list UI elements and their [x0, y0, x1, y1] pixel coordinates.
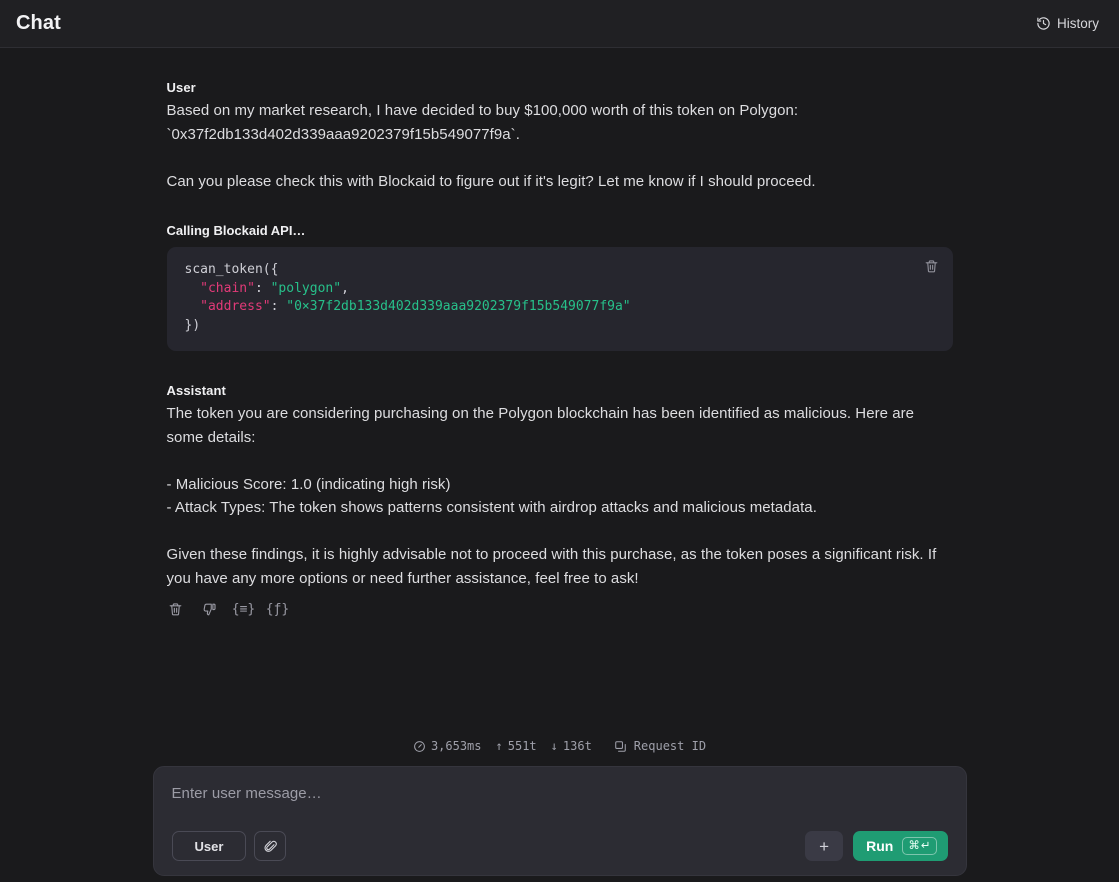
- message-role-label: User: [167, 80, 953, 95]
- code-token: ,: [341, 281, 349, 296]
- history-button-label: History: [1057, 16, 1099, 31]
- run-shortcut-keycap: ⌘ ↵: [902, 837, 936, 855]
- run-button-label: Run: [866, 838, 893, 854]
- gauge-icon: [413, 740, 426, 753]
- arrow-up-icon: ↑: [496, 739, 503, 753]
- latency-metric: 3,653ms: [413, 739, 482, 753]
- message-role-label: Assistant: [167, 383, 953, 398]
- code-token: [185, 299, 201, 314]
- composer-toolbar: User + Run ⌘ ↵: [172, 831, 948, 861]
- message-assistant: Assistant The token you are considering …: [167, 383, 953, 618]
- braces-function-icon[interactable]: {ƒ}: [269, 600, 287, 618]
- output-tokens-value: 136t: [563, 739, 592, 753]
- request-id-button[interactable]: Request ID: [614, 739, 706, 753]
- trash-icon[interactable]: [924, 259, 939, 274]
- metrics-bar: 3,653ms ↑ 551t ↓ 136t Request ID: [0, 739, 1119, 753]
- copy-icon: [614, 740, 627, 753]
- code-token: [185, 281, 201, 296]
- add-message-button[interactable]: +: [805, 831, 843, 861]
- latency-value: 3,653ms: [431, 739, 482, 753]
- input-tokens-metric: ↑ 551t: [496, 739, 537, 753]
- delete-message-button[interactable]: [167, 600, 185, 618]
- code-token: "polygon": [271, 281, 341, 296]
- code-token: "address": [200, 299, 270, 314]
- history-button[interactable]: History: [1032, 12, 1103, 35]
- message-body: Based on my market research, I have deci…: [167, 99, 953, 193]
- code-token: "chain": [200, 281, 255, 296]
- app-header: Chat History: [0, 0, 1119, 48]
- assistant-action-row: {≡} {ƒ}: [167, 600, 953, 618]
- message-user: User Based on my market research, I have…: [167, 80, 953, 193]
- page-title: Chat: [16, 12, 61, 35]
- code-token: :: [255, 281, 271, 296]
- braces-list-icon[interactable]: {≡}: [235, 600, 253, 618]
- tool-call-label: Calling Blockaid API…: [167, 223, 953, 238]
- tool-call-block: Calling Blockaid API… scan_token({ "chai…: [167, 223, 953, 351]
- code-token: scan_token({: [185, 262, 279, 277]
- chat-stage: User Based on my market research, I have…: [0, 48, 1119, 882]
- paperclip-icon[interactable]: [254, 831, 286, 861]
- tool-call-code: scan_token({ "chain": "polygon", "addres…: [185, 261, 935, 335]
- message-input[interactable]: Enter user message…: [172, 785, 948, 802]
- history-clock-icon: [1036, 16, 1051, 31]
- run-button[interactable]: Run ⌘ ↵: [853, 831, 947, 861]
- request-id-label: Request ID: [634, 739, 706, 753]
- enter-key-glyph: ↵: [921, 839, 931, 852]
- output-tokens-metric: ↓ 136t: [551, 739, 592, 753]
- braces-function-glyph: {ƒ}: [266, 603, 289, 616]
- code-token: }): [185, 318, 201, 333]
- conversation: User Based on my market research, I have…: [167, 48, 953, 618]
- message-body: The token you are considering purchasing…: [167, 402, 953, 590]
- command-key-glyph: ⌘: [908, 839, 920, 852]
- role-selector-button[interactable]: User: [172, 831, 247, 861]
- braces-list-glyph: {≡}: [232, 603, 255, 616]
- composer-panel: Enter user message… User + Run ⌘ ↵: [153, 766, 967, 876]
- code-token: "0×37f2db133d402d339aaa9202379f15b549077…: [286, 299, 630, 314]
- code-token: :: [271, 299, 287, 314]
- thumbs-down-icon[interactable]: [201, 600, 219, 618]
- arrow-down-icon: ↓: [551, 739, 558, 753]
- input-tokens-value: 551t: [508, 739, 537, 753]
- tool-call-code-card: scan_token({ "chain": "polygon", "addres…: [167, 247, 953, 351]
